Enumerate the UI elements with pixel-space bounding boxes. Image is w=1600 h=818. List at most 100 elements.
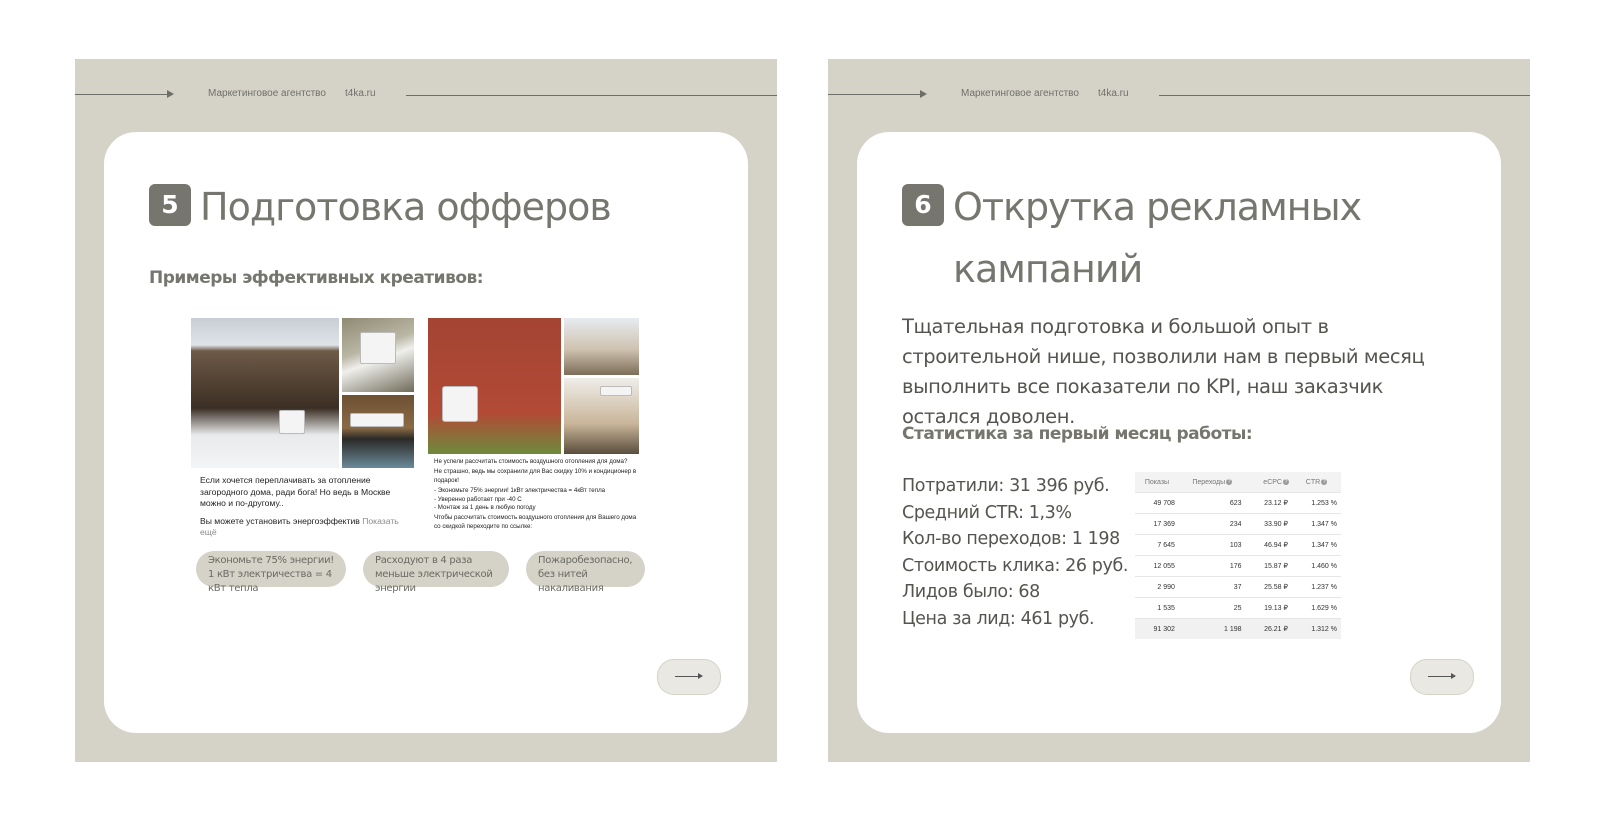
creative-example-1: Если хочется переплачивать за отопление …	[191, 318, 414, 537]
table-cell: 1.253 %	[1291, 492, 1341, 514]
site-link[interactable]: t4ka.ru	[345, 88, 376, 99]
campaign-stats-table: Показы Переходы? eCPC? CTR? 49 708 623 2…	[1135, 472, 1341, 639]
table-cell: 15.87 ₽	[1245, 555, 1292, 577]
table-cell: 1.629 %	[1291, 597, 1341, 619]
divider	[406, 95, 777, 96]
table-cell: 46.94 ₽	[1245, 534, 1292, 556]
step-number-badge: 5	[149, 184, 191, 226]
slide-header: Маркетинговое агентство t4ka.ru	[828, 59, 1530, 137]
table-row: 7 645 103 46.94 ₽ 1.347 %	[1135, 534, 1341, 556]
table-row: 17 369 234 33.90 ₽ 1.347 %	[1135, 513, 1341, 535]
table-cell: 37	[1178, 576, 1246, 598]
column-header: eCPC?	[1245, 472, 1292, 493]
slide-title: Открутка рекламных кампаний	[953, 185, 1362, 291]
table-cell: 33.90 ₽	[1245, 513, 1292, 535]
table-cell: 1 198	[1178, 618, 1246, 639]
ad-copy-line: Чтобы рассчитать стоимость воздушного от…	[434, 514, 637, 530]
stats-list: Потратили: 31 396 руб. Средний CTR: 1,3%…	[902, 473, 1142, 632]
table-cell: 1.460 %	[1291, 555, 1341, 577]
creative-example-2: Не успели рассчитать стоимость воздушног…	[428, 318, 639, 536]
table-cell: 1.312 %	[1291, 618, 1341, 639]
divider	[1159, 95, 1530, 96]
table-row: 49 708 623 23.12 ₽ 1.253 %	[1135, 492, 1341, 514]
arrow-line	[828, 94, 924, 95]
content-card: 6 Открутка рекламных кампаний Тщательная…	[857, 132, 1501, 733]
section-subheading: Статистика за первый месяц работы:	[902, 424, 1253, 444]
ad-copy-line: - Уверенно работает при -40 С	[434, 495, 522, 503]
stat-item: Лидов было: 68	[902, 582, 1040, 602]
ad-copy-line: - Монтаж за 1 день в любую погоду	[434, 504, 536, 512]
ad-copy-line: Вы можете установить энергоэффектив	[200, 515, 360, 526]
indoor-unit-photo	[342, 395, 414, 468]
ad-copy-line: Не страшно, ведь мы сохранили для Вас ск…	[434, 468, 637, 484]
ac-indoor-unit	[600, 386, 632, 396]
agency-label: Маркетинговое агентство	[208, 88, 326, 99]
heat-pump-unit	[442, 386, 478, 422]
table-cell: 23.12 ₽	[1245, 492, 1292, 514]
arrow-head	[698, 673, 703, 679]
table-cell: 12 055	[1135, 555, 1179, 577]
ad-copy-line: Не успели рассчитать стоимость воздушног…	[434, 458, 628, 465]
column-header: CTR?	[1291, 472, 1341, 493]
table-cell: 2 990	[1135, 576, 1179, 598]
benefit-pill: Экономьте 75% энергии! 1 кВт электричест…	[196, 551, 346, 594]
table-cell: 234	[1178, 513, 1246, 535]
next-slide-button[interactable]	[657, 659, 721, 695]
site-link[interactable]: t4ka.ru	[1098, 88, 1129, 99]
table-cell: 25	[1178, 597, 1246, 619]
stat-item: Средний CTR: 1,3%	[902, 502, 1072, 523]
help-icon[interactable]: ?	[1226, 478, 1233, 485]
table-cell: 623	[1178, 492, 1246, 514]
ad-copy-line: Если хочется переплачивать за отопление …	[200, 475, 391, 508]
house-photo	[191, 318, 339, 468]
section-subheading: Примеры эффективных креативов:	[149, 268, 484, 288]
outdoor-unit-photo	[342, 318, 414, 392]
table-cell: 1.237 %	[1291, 576, 1341, 598]
heat-pump-unit	[279, 410, 305, 434]
benefit-pill: Расходуют в 4 раза меньше электрической …	[363, 551, 509, 594]
ad-copy-line: - Экономьте 75% энергии! 1кВт электричес…	[434, 487, 606, 495]
table-cell: 49 708	[1135, 492, 1179, 514]
interior-photo	[564, 378, 639, 454]
table-cell: 1.347 %	[1291, 534, 1341, 556]
help-icon[interactable]: ?	[1321, 478, 1328, 485]
content-card: 5 Подготовка офферов Примеры эффективных…	[104, 132, 748, 733]
table-cell: 103	[1178, 534, 1246, 556]
table-row: 2 990 37 25.58 ₽ 1.237 %	[1135, 576, 1341, 598]
table-cell: 26.21 ₽	[1245, 618, 1292, 639]
table-cell: 176	[1178, 555, 1246, 577]
ac-indoor-unit	[350, 413, 404, 427]
stat-item: Кол-во переходов: 1 198	[902, 529, 1120, 549]
table-header-row: Показы Переходы? eCPC? CTR?	[1135, 472, 1341, 493]
step-number-badge: 6	[902, 184, 944, 226]
ad-copy: Не успели рассчитать стоимость воздушног…	[434, 458, 639, 533]
slide-header: Маркетинговое агентство t4ka.ru	[75, 59, 777, 137]
heat-pump-unit	[360, 332, 396, 364]
column-header: Показы	[1135, 472, 1179, 493]
lead-paragraph: Тщательная подготовка и большой опыт в с…	[902, 315, 1425, 428]
help-icon[interactable]: ?	[1282, 478, 1289, 485]
column-header: Переходы?	[1178, 472, 1246, 493]
red-house-photo	[428, 318, 561, 454]
stat-item: Стоимость клика: 26 руб.	[902, 555, 1129, 576]
table-cell: 17 369	[1135, 513, 1179, 535]
table-total-row: 91 302 1 198 26.21 ₽ 1.312 %	[1135, 618, 1341, 639]
stat-item: Потратили: 31 396 руб.	[902, 476, 1110, 496]
slide-title: Подготовка офферов	[200, 185, 612, 229]
table-cell: 7 645	[1135, 534, 1179, 556]
table-cell: 25.58 ₽	[1245, 576, 1292, 598]
table-row: 12 055 176 15.87 ₽ 1.460 %	[1135, 555, 1341, 577]
next-slide-button[interactable]	[1410, 659, 1474, 695]
table-cell: 1.347 %	[1291, 513, 1341, 535]
arrow-head	[1451, 673, 1456, 679]
ad-copy: Если хочется переплачивать за отопление …	[200, 475, 412, 545]
table-cell: 1 535	[1135, 597, 1179, 619]
benefit-pill: Пожаробезопасно, без нитей накаливания	[526, 551, 645, 594]
stat-item: Цена за лид: 461 руб.	[902, 608, 1095, 629]
arrow-right-icon	[167, 90, 174, 98]
table-cell: 19.13 ₽	[1245, 597, 1292, 619]
slide-offers: Маркетинговое агентство t4ka.ru 5 Подгот…	[75, 59, 777, 762]
table-cell: 91 302	[1135, 618, 1179, 639]
slide-campaigns: Маркетинговое агентство t4ka.ru 6 Открут…	[828, 59, 1530, 762]
table-row: 1 535 25 19.13 ₽ 1.629 %	[1135, 597, 1341, 619]
